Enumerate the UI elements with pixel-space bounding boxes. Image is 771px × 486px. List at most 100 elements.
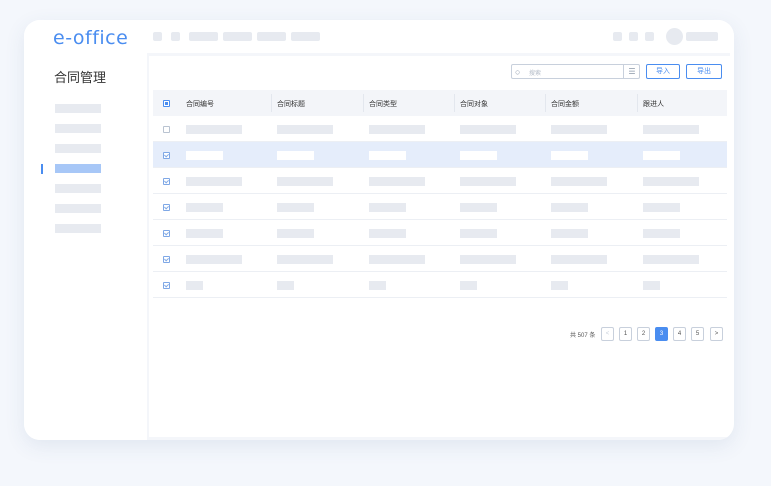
column-divider — [363, 94, 364, 112]
cell-placeholder — [551, 151, 588, 160]
table-row[interactable] — [153, 194, 727, 220]
nav-placeholder[interactable] — [153, 32, 162, 41]
column-divider — [637, 94, 638, 112]
search-input[interactable]: ○ 搜索 — [511, 64, 640, 79]
nav-placeholder[interactable] — [257, 32, 286, 41]
cell-placeholder — [277, 281, 294, 290]
nav-placeholder[interactable] — [291, 32, 320, 41]
cell-placeholder — [186, 229, 223, 238]
cell-placeholder — [551, 229, 588, 238]
column-header[interactable]: 跟进人 — [643, 99, 664, 109]
cell-placeholder — [551, 203, 588, 212]
nav-placeholder[interactable] — [171, 32, 180, 41]
row-checkbox[interactable] — [163, 152, 170, 159]
app-logo[interactable]: e-office — [53, 27, 128, 49]
cell-placeholder — [460, 125, 516, 134]
app-window: e-office 合同管理 ○ 搜索 ☰ 导入 导出 合同编号 合同标题 合同类… — [24, 20, 734, 440]
column-divider — [545, 94, 546, 112]
top-bar: e-office — [24, 20, 734, 53]
toolbar-icon-placeholder[interactable] — [645, 32, 654, 41]
cell-placeholder — [369, 255, 425, 264]
sidebar-title: 合同管理 — [54, 70, 107, 85]
cell-placeholder — [369, 281, 386, 290]
row-checkbox[interactable] — [163, 178, 170, 185]
chevron-left-icon[interactable]: < — [601, 327, 614, 341]
filter-icon[interactable]: ☰ — [623, 64, 640, 79]
page-button[interactable]: 2 — [637, 327, 650, 341]
cell-placeholder — [460, 203, 497, 212]
row-checkbox[interactable] — [163, 282, 170, 289]
cell-placeholder — [277, 151, 314, 160]
page-button-current[interactable]: 3 — [655, 327, 668, 341]
column-header[interactable]: 合同金额 — [551, 99, 579, 109]
cell-placeholder — [369, 229, 406, 238]
active-indicator — [41, 164, 43, 174]
import-button[interactable]: 导入 — [646, 64, 680, 79]
row-checkbox[interactable] — [163, 126, 170, 133]
cell-placeholder — [643, 255, 699, 264]
table-row[interactable] — [153, 168, 727, 194]
sidebar-item[interactable] — [55, 204, 101, 213]
cell-placeholder — [186, 151, 223, 160]
row-checkbox[interactable] — [163, 230, 170, 237]
row-checkbox[interactable] — [163, 204, 170, 211]
cell-placeholder — [369, 125, 425, 134]
cell-placeholder — [643, 151, 680, 160]
table-header: 合同编号 合同标题 合同类型 合同对象 合同金额 跟进人 — [153, 90, 727, 116]
table-row-selected[interactable] — [153, 142, 727, 168]
table-row[interactable] — [153, 220, 727, 246]
sidebar-item-active[interactable] — [55, 164, 101, 173]
chevron-right-icon[interactable]: > — [710, 327, 723, 341]
export-button[interactable]: 导出 — [686, 64, 722, 79]
column-header[interactable]: 合同对象 — [460, 99, 488, 109]
cell-placeholder — [369, 203, 406, 212]
sidebar-item[interactable] — [55, 144, 101, 153]
cell-placeholder — [643, 203, 680, 212]
nav-placeholder[interactable] — [189, 32, 218, 41]
sidebar-item[interactable] — [55, 104, 101, 113]
column-divider — [454, 94, 455, 112]
table-row[interactable] — [153, 272, 727, 298]
cell-placeholder — [551, 255, 607, 264]
column-header[interactable]: 合同编号 — [186, 99, 214, 109]
cell-placeholder — [551, 125, 607, 134]
sidebar-item[interactable] — [55, 184, 101, 193]
table-row[interactable] — [153, 246, 727, 272]
cell-placeholder — [186, 125, 242, 134]
toolbar-icon-placeholder[interactable] — [613, 32, 622, 41]
cell-placeholder — [643, 125, 699, 134]
page-button[interactable]: 4 — [673, 327, 686, 341]
cell-placeholder — [643, 281, 660, 290]
avatar[interactable] — [666, 28, 683, 45]
cell-placeholder — [460, 255, 516, 264]
nav-placeholder[interactable] — [223, 32, 252, 41]
cell-placeholder — [186, 255, 242, 264]
row-checkbox[interactable] — [163, 256, 170, 263]
cell-placeholder — [643, 177, 699, 186]
pagination-total: 共 507 条 — [570, 333, 596, 339]
cell-placeholder — [460, 177, 516, 186]
page-button[interactable]: 1 — [619, 327, 632, 341]
cell-placeholder — [186, 281, 203, 290]
main-area: ○ 搜索 ☰ 导入 导出 合同编号 合同标题 合同类型 合同对象 合同金额 跟进… — [147, 53, 730, 440]
toolbar-icon-placeholder[interactable] — [629, 32, 638, 41]
cell-placeholder — [369, 177, 425, 186]
column-header[interactable]: 合同标题 — [277, 99, 305, 109]
sidebar-item[interactable] — [55, 124, 101, 133]
cell-placeholder — [186, 203, 223, 212]
cell-placeholder — [369, 151, 406, 160]
sidebar: 合同管理 — [24, 53, 143, 440]
username-placeholder[interactable] — [686, 32, 718, 41]
cell-placeholder — [186, 177, 242, 186]
cell-placeholder — [460, 229, 497, 238]
contract-list-panel: ○ 搜索 ☰ 导入 导出 合同编号 合同标题 合同类型 合同对象 合同金额 跟进… — [149, 56, 730, 437]
cell-placeholder — [277, 125, 333, 134]
cell-placeholder — [460, 281, 477, 290]
cell-placeholder — [551, 177, 607, 186]
table-row[interactable] — [153, 116, 727, 142]
column-header[interactable]: 合同类型 — [369, 99, 397, 109]
search-placeholder: 搜索 — [529, 71, 542, 77]
sidebar-item[interactable] — [55, 224, 101, 233]
page-button[interactable]: 5 — [691, 327, 704, 341]
select-all-checkbox[interactable] — [163, 100, 170, 107]
